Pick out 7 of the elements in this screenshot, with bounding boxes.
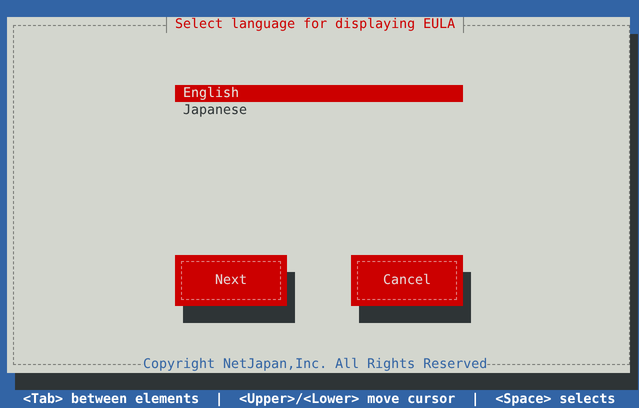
copyright-text: Copyright NetJapan,Inc. All Rights Reserved — [143, 357, 488, 373]
dialog-button[interactable]: Next — [175, 255, 287, 306]
dialog-title: Select language for displaying EULA — [166, 17, 464, 33]
language-option[interactable]: Japanese — [175, 102, 463, 119]
status-hint-text: <Tab> between elements | <Upper>/<Lower> move cursor | <Space> selects — [22, 391, 616, 408]
dialog-button[interactable]: Cancel — [351, 255, 463, 306]
language-option[interactable]: English — [175, 85, 463, 102]
